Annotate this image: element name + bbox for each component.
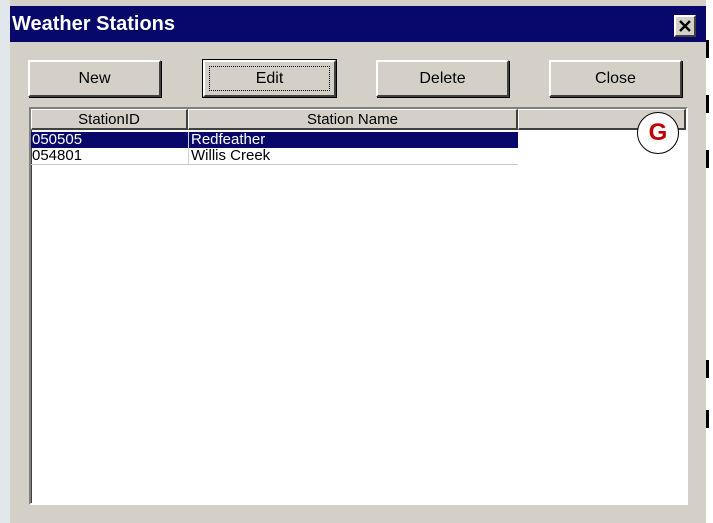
- column-header-station-id[interactable]: StationID: [31, 109, 188, 130]
- edge-mark: [706, 360, 709, 378]
- new-button[interactable]: New: [28, 60, 161, 97]
- column-header-station-name[interactable]: Station Name: [188, 109, 518, 130]
- title-bar[interactable]: Weather Stations: [10, 6, 706, 42]
- station-name-cell: Redfeather: [191, 131, 266, 148]
- close-button[interactable]: Close: [549, 60, 682, 97]
- table-row[interactable]: 054801 Willis Creek: [31, 148, 518, 165]
- weather-stations-dialog: Weather Stations New Edit Delete Close S…: [10, 0, 706, 523]
- edit-button-label: Edit: [255, 69, 284, 87]
- close-button-label: Close: [595, 69, 636, 87]
- column-header-label: StationID: [78, 110, 140, 128]
- delete-button[interactable]: Delete: [376, 60, 509, 97]
- list-header: StationID Station Name: [31, 109, 686, 130]
- close-icon: [679, 20, 691, 32]
- close-window-button[interactable]: [674, 15, 696, 37]
- callout-letter: G: [648, 119, 668, 146]
- cell-divider: [188, 132, 189, 148]
- background-strip-left: [0, 0, 10, 523]
- table-row[interactable]: 050505 Redfeather: [31, 132, 518, 148]
- edge-mark: [706, 40, 709, 58]
- station-name-cell: Willis Creek: [191, 147, 271, 164]
- edit-button[interactable]: Edit: [202, 59, 337, 98]
- delete-button-label: Delete: [419, 69, 466, 87]
- station-id-cell: 050505: [32, 131, 83, 148]
- edge-mark: [706, 95, 709, 113]
- background-strip-right: [706, 0, 713, 523]
- window-title: Weather Stations: [12, 13, 175, 35]
- callout-badge: G: [637, 112, 679, 154]
- cell-divider: [188, 148, 189, 164]
- edge-mark: [706, 410, 709, 428]
- new-button-label: New: [78, 69, 111, 87]
- edge-mark: [706, 150, 709, 168]
- station-id-cell: 054801: [32, 147, 83, 164]
- stations-list[interactable]: StationID Station Name 050505 Redfeather…: [29, 107, 688, 505]
- column-header-label: Station Name: [307, 110, 398, 128]
